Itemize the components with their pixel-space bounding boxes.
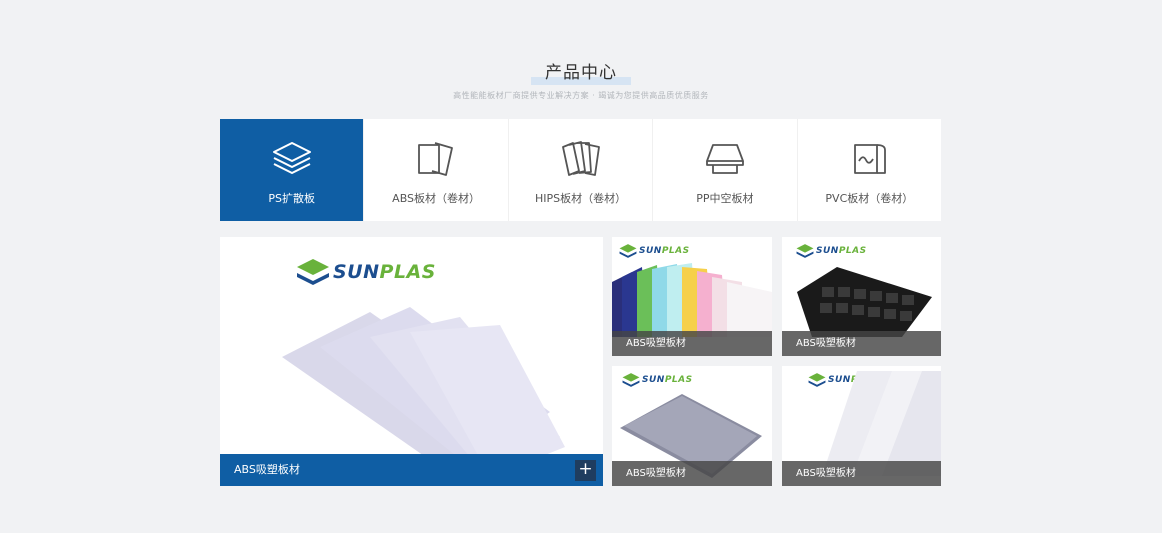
tab-pvc-sheet[interactable]: PVC板材（卷材） — [796, 119, 941, 221]
product-caption: ABS吸塑板材 — [612, 331, 772, 356]
tray-icon — [706, 144, 744, 174]
tab-pp-hollow[interactable]: PP中空板材 — [652, 119, 796, 221]
category-tabs: PS扩散板 ABS板材（卷材） HIPS板材（卷材） PP中空板材 PVC板材（… — [220, 119, 941, 221]
product-card[interactable]: SUNPLAS ABS吸塑板材 — [782, 366, 941, 486]
featured-product-card[interactable]: SUNPLAS ABS吸塑板材 + — [220, 237, 603, 486]
product-image — [282, 307, 565, 454]
product-caption: ABS吸塑板材 — [220, 454, 603, 486]
section-subtitle: 高性能能板材厂商提供专业解决方案 · 竭诚为您提供高品质优质服务 — [453, 91, 709, 100]
tab-label: PVC板材（卷材） — [825, 192, 914, 205]
more-button[interactable]: + — [575, 460, 596, 481]
section-title: 产品中心 — [531, 58, 631, 85]
tab-hips-sheet[interactable]: HIPS板材（卷材） — [507, 119, 652, 221]
tab-ps-diffuser[interactable]: PS扩散板 — [220, 119, 364, 221]
product-card[interactable]: SUNPLAS ABS吸塑板材 — [612, 366, 772, 486]
product-card[interactable]: SUNPLAS ABS吸塑板材 — [782, 237, 941, 356]
product-caption: ABS吸塑板材 — [612, 461, 772, 486]
section-header: 产品中心 — [0, 58, 1162, 85]
product-caption: ABS吸塑板材 — [782, 331, 941, 356]
stacked-sheets-icon — [561, 141, 600, 176]
tab-label: PP中空板材 — [696, 192, 754, 205]
product-caption: ABS吸塑板材 — [782, 461, 941, 486]
roll-icon — [854, 144, 887, 174]
layers-icon — [272, 142, 311, 174]
tab-label: HIPS板材（卷材） — [534, 192, 627, 205]
sheets-icon — [418, 142, 454, 176]
tab-label: ABS板材（卷材） — [392, 192, 481, 205]
tab-abs-sheet[interactable]: ABS板材（卷材） — [363, 119, 507, 221]
tab-label: PS扩散板 — [268, 192, 316, 205]
product-card[interactable]: SUNPLAS ABS吸塑板材 — [612, 237, 772, 356]
